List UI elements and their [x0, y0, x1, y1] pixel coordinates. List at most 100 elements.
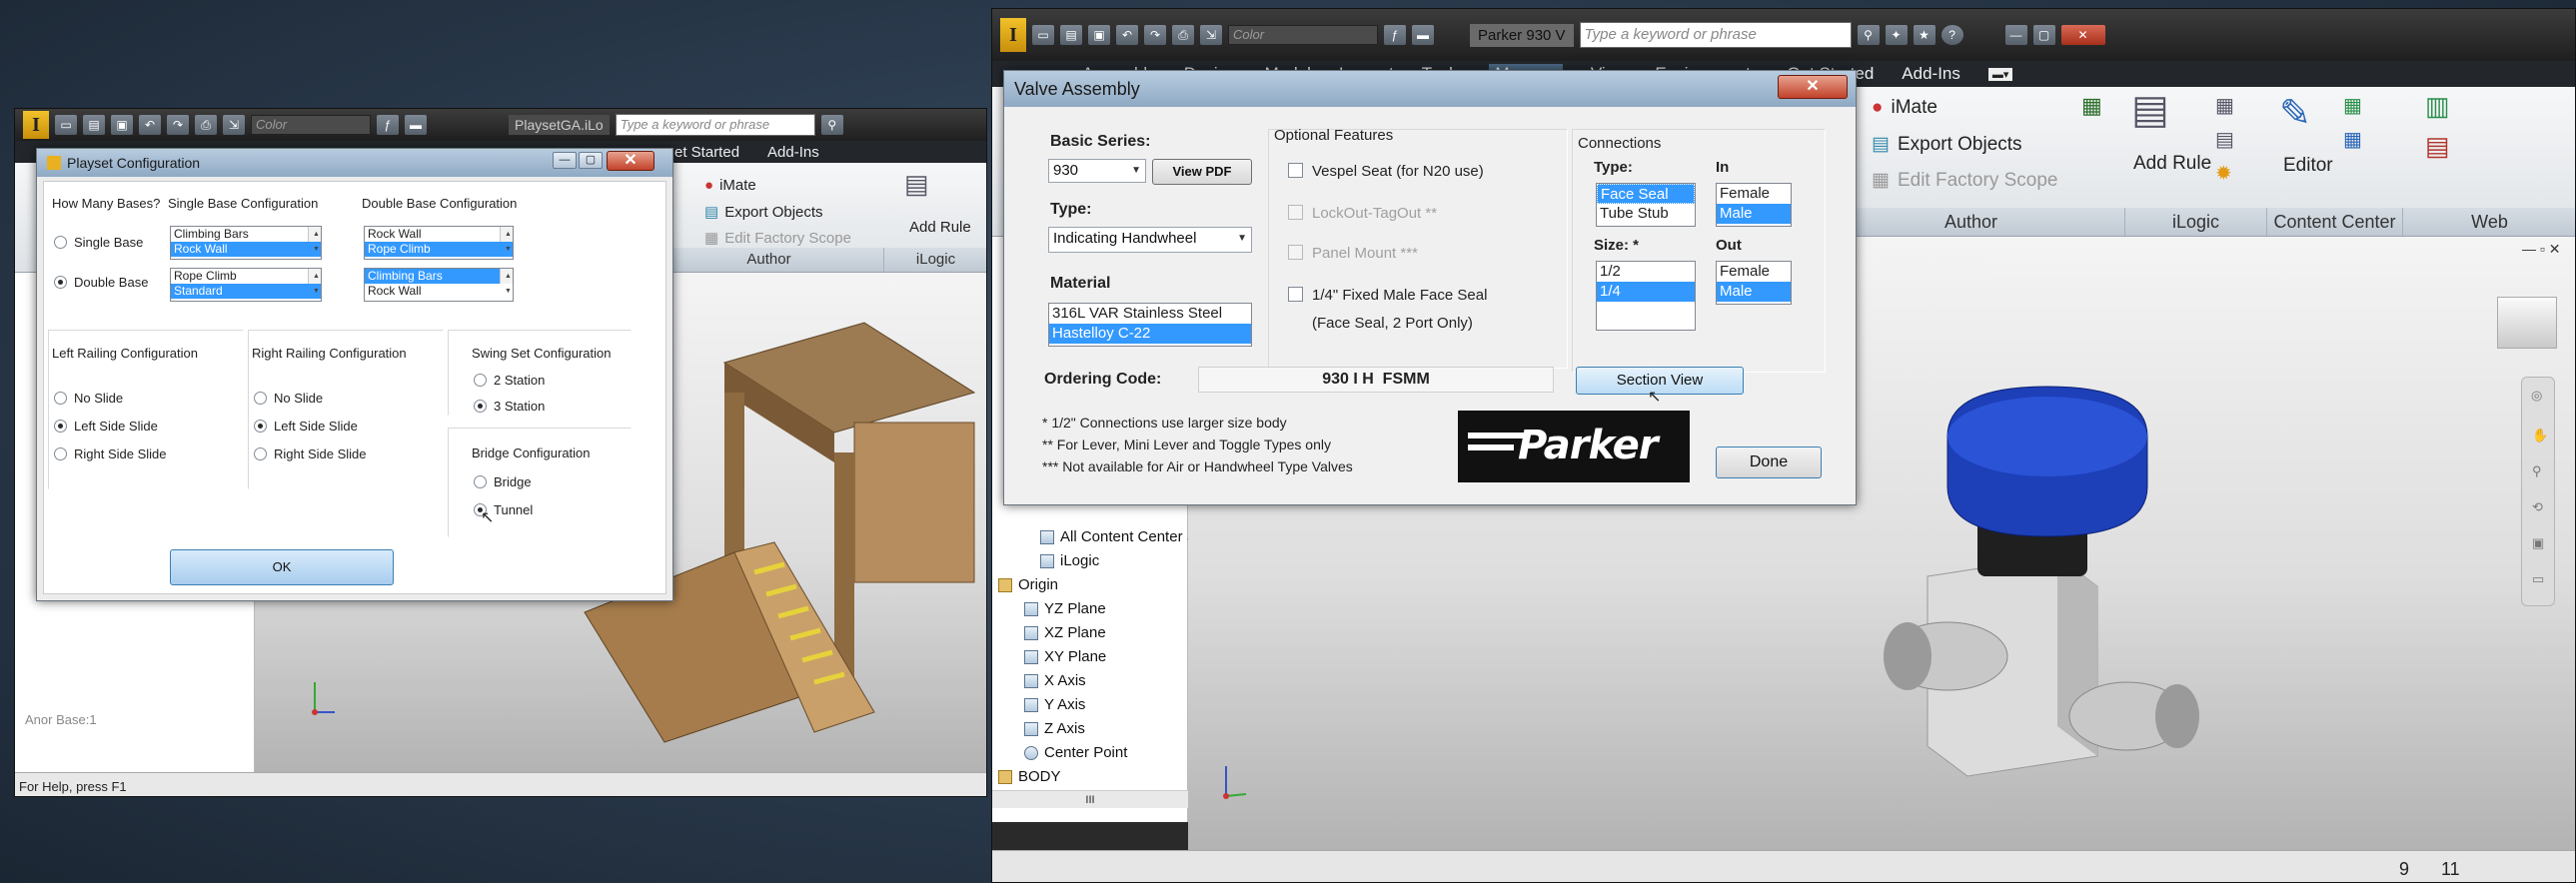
panel-mount-checkbox[interactable] — [1288, 245, 1303, 260]
list-item[interactable]: Female — [1717, 184, 1791, 204]
out-end-list[interactable]: Female Male — [1716, 261, 1792, 305]
type-dropdown[interactable]: Indicating Handwheel — [1048, 227, 1252, 253]
left-left-slide-radio[interactable] — [54, 420, 67, 433]
window-restore-icon[interactable]: ▢ — [2032, 25, 2055, 45]
ok-button[interactable]: OK — [170, 549, 394, 585]
playset-close-button[interactable]: ✕ — [607, 151, 654, 171]
redo-icon[interactable]: ↷ — [1144, 25, 1166, 45]
spin-arrows-icon[interactable]: ▲ ▼ — [308, 269, 321, 295]
select-icon[interactable]: ⇲ — [223, 115, 245, 135]
swing-3-station-radio[interactable] — [474, 400, 487, 413]
tree-item[interactable]: X Axis — [1024, 672, 1086, 689]
double-base-list-1[interactable]: Rock Wall Rope Climb ▲ ▼ — [364, 226, 514, 260]
measure-icon[interactable]: ▬ — [405, 115, 427, 135]
event-triggers-icon[interactable]: ▤ — [2215, 127, 2234, 152]
playset-dialog-titlebar[interactable]: Playset Configuration — ▢ ✕ — [37, 149, 672, 177]
right-doc-tab[interactable]: Parker 930 V — [1470, 23, 1574, 47]
single-base-list-2[interactable]: Rope Climb Standard ▲ ▼ — [170, 268, 322, 302]
tree-item[interactable]: Origin — [998, 576, 1058, 593]
add-rule-button[interactable]: Add Rule — [2133, 153, 2211, 175]
tools-icon[interactable]: ✦ — [1885, 25, 1908, 45]
tree-item[interactable]: XZ Plane — [1024, 624, 1106, 641]
done-button[interactable]: Done — [1716, 446, 1822, 478]
binoculars-icon[interactable]: ⚲ — [820, 115, 843, 135]
minimize-button[interactable]: — — [553, 152, 577, 169]
left-tab-add-ins[interactable]: Add-Ins — [767, 144, 819, 161]
list-item[interactable]: Rope Climb — [365, 242, 513, 257]
swing-2-station-radio[interactable] — [474, 374, 487, 387]
vespel-seat-checkbox[interactable] — [1288, 163, 1303, 178]
open-icon[interactable]: ▤ — [1060, 25, 1082, 45]
editor-button[interactable]: Editor — [2283, 155, 2333, 177]
bridge-radio[interactable] — [474, 475, 487, 488]
spin-arrows-icon[interactable]: ▲ ▼ — [308, 227, 321, 253]
list-item[interactable]: Male — [1717, 204, 1791, 224]
basic-series-dropdown[interactable]: 930 — [1048, 159, 1146, 183]
star-icon[interactable]: ★ — [1913, 25, 1935, 45]
select-icon[interactable]: ⇲ — [1200, 25, 1222, 45]
valve-dialog-titlebar[interactable]: Valve Assembly ✕ — [1004, 71, 1856, 107]
right-left-slide-radio[interactable] — [254, 420, 267, 433]
in-end-list[interactable]: Female Male — [1716, 183, 1792, 227]
save-icon[interactable]: ▣ — [111, 115, 133, 135]
maximize-button[interactable]: ▢ — [579, 152, 603, 169]
list-item[interactable]: 316L VAR Stainless Steel — [1049, 304, 1251, 324]
window-close-icon[interactable]: ✕ — [2060, 25, 2105, 45]
right-right-slide-radio[interactable] — [254, 447, 267, 460]
list-item[interactable]: Climbing Bars — [365, 269, 513, 284]
list-item[interactable]: 1/2 — [1597, 262, 1695, 282]
list-item[interactable]: Hastelloy C-22 — [1049, 324, 1251, 344]
spin-arrows-icon[interactable]: ▲ ▼ — [500, 269, 513, 295]
browser-hscrollbar[interactable]: III — [992, 790, 1188, 808]
single-base-list-1[interactable]: Climbing Bars Rock Wall ▲ ▼ — [170, 226, 322, 260]
material-list[interactable]: 316L VAR Stainless Steel Hastelloy C-22 — [1048, 303, 1252, 347]
list-item[interactable]: Rock Wall — [171, 242, 321, 257]
size-list[interactable]: 1/2 1/4 — [1596, 261, 1696, 331]
left-imate-button[interactable]: ● iMate — [704, 177, 756, 194]
content-publish-icon[interactable]: ▦ — [2343, 93, 2362, 118]
right-no-slide-radio[interactable] — [254, 392, 267, 405]
left-browser-node[interactable]: Anor Base:1 — [25, 712, 97, 727]
double-base-radio[interactable] — [54, 276, 67, 289]
new-icon[interactable]: ▭ — [1032, 25, 1054, 45]
list-item[interactable]: 1/4 — [1597, 282, 1695, 302]
save-icon[interactable]: ▣ — [1088, 25, 1110, 45]
tree-item[interactable]: XY Plane — [1024, 648, 1106, 665]
list-item[interactable]: Female — [1717, 262, 1791, 282]
right-edit-factory-scope[interactable]: ▦ Edit Factory Scope — [1872, 169, 2057, 192]
left-edit-factory-scope[interactable]: ▦ Edit Factory Scope — [704, 229, 851, 247]
tree-item[interactable]: iLogic — [1040, 552, 1099, 569]
left-no-slide-radio[interactable] — [54, 392, 67, 405]
left-tab-get-started[interactable]: et Started — [674, 144, 739, 161]
window-minimize-icon[interactable]: — — [2004, 25, 2027, 45]
left-export-objects-button[interactable]: ▤ Export Objects — [704, 203, 823, 221]
right-imate-button[interactable]: ● iMate — [1872, 97, 1937, 119]
valve-close-button[interactable]: ✕ — [1778, 75, 1848, 99]
tree-item[interactable]: YZ Plane — [1024, 600, 1106, 617]
right-export-objects-button[interactable]: ▤ Export Objects — [1872, 133, 2022, 156]
ilogic-settings-icon[interactable]: ✹ — [2215, 161, 2232, 186]
tab-add-ins[interactable]: Add-Ins — [1902, 64, 1960, 84]
undo-icon[interactable]: ↶ — [139, 115, 161, 135]
tree-item[interactable]: Center Point — [1024, 744, 1127, 761]
new-icon[interactable]: ▭ — [55, 115, 77, 135]
measure-icon[interactable]: ▬ — [1412, 25, 1434, 45]
print-icon[interactable]: ⎙ — [195, 115, 217, 135]
left-color-combo[interactable]: Color — [251, 115, 371, 135]
web-book-icon[interactable]: ▤ — [2425, 131, 2450, 162]
view-pdf-button[interactable]: View PDF — [1152, 159, 1252, 185]
list-item[interactable]: Rock Wall — [365, 284, 513, 299]
inventor-logo-icon[interactable]: I — [1000, 18, 1026, 52]
left-doc-tab[interactable]: PlaysetGA.iLo — [509, 115, 610, 135]
list-item[interactable]: Tube Stub — [1597, 204, 1695, 224]
face-seal-checkbox[interactable] — [1288, 287, 1303, 302]
list-item[interactable]: Standard — [171, 284, 321, 299]
left-add-rule-button[interactable]: Add Rule — [909, 219, 971, 236]
undo-icon[interactable]: ↶ — [1116, 25, 1138, 45]
spin-arrows-icon[interactable]: ▲ ▼ — [500, 227, 513, 253]
ribbon-toggle-icon[interactable]: ▬▾ — [1987, 67, 2013, 81]
web-link-icon[interactable]: ▥ — [2425, 91, 2450, 122]
list-item[interactable]: Rock Wall — [365, 227, 513, 242]
content-table-icon[interactable]: ▦ — [2343, 127, 2362, 152]
list-item[interactable]: Climbing Bars — [171, 227, 321, 242]
